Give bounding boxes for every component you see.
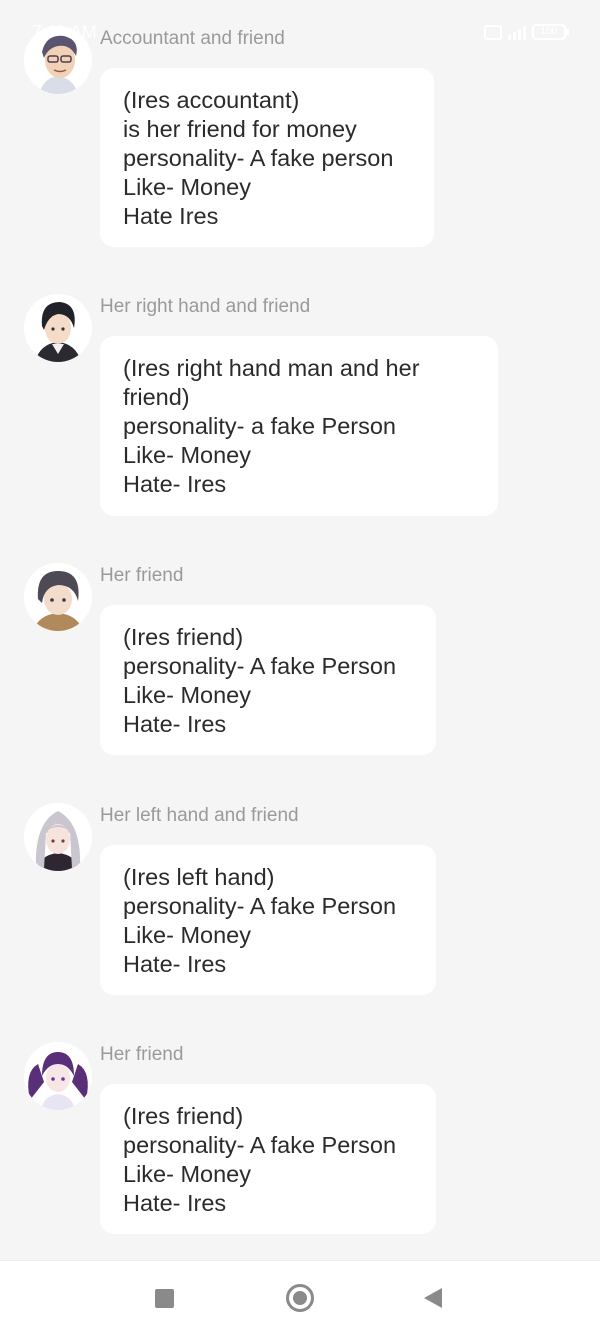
avatar[interactable] [24,26,92,94]
avatar-gray-hair-boy-icon [24,563,92,631]
message-line: Like- Money [123,922,251,948]
sender-name: Her friend [100,565,184,586]
message-line: personality- A fake Person [123,1132,397,1158]
message-line: Like- Money [123,1161,251,1187]
message-line: personality- A fake Person [123,893,397,919]
avatar[interactable] [24,803,92,871]
message-line: personality- A fake person [123,145,394,171]
system-nav-bar [0,1260,600,1333]
message-line: personality- a fake Person [123,413,397,439]
notification-icon [484,24,502,40]
sender-name: Accountant and friend [100,28,285,49]
message-line: Hate- Ires [123,951,227,977]
message-line: Hate- Ires [123,711,227,737]
message-bubble[interactable]: (Ires left hand) personality- A fake Per… [100,845,436,995]
message-line: (Ires right hand man and her [123,355,420,381]
message-line: (Ires friend) [123,1103,244,1129]
avatar[interactable] [24,1042,92,1110]
message-line: (Ires accountant) [123,87,300,113]
sender-name: Her left hand and friend [100,805,299,826]
avatar[interactable] [24,294,92,362]
avatar-glasses-man-icon [24,26,92,94]
message-bubble[interactable]: (Ires right hand man and her friend) per… [100,336,498,516]
avatar-purple-twintails-girl-icon [24,1042,92,1110]
message-bubble[interactable]: (Ires accountant) is her friend for mone… [100,68,434,247]
status-icons: 100 [484,24,569,40]
message-line: Hate Ires [123,203,219,229]
signal-icon [508,24,526,40]
avatar[interactable] [24,563,92,631]
message-line: personality- A fake Person [123,653,397,679]
message-line: friend) [123,384,190,410]
triangle-back-icon[interactable] [424,1288,442,1308]
circle-icon[interactable] [286,1284,314,1312]
message-line: Like- Money [123,174,251,200]
message-line: Like- Money [123,442,251,468]
message-bubble[interactable]: (Ires friend) personality- A fake Person… [100,1084,436,1234]
avatar-dark-hair-man-icon [24,294,92,362]
square-icon[interactable] [155,1289,174,1308]
message-line: is her friend for money [123,116,357,142]
message-bubble[interactable]: (Ires friend) personality- A fake Person… [100,605,436,755]
sender-name: Her right hand and friend [100,296,311,317]
chat-screen: 7:11 AM 100 Accountant and friend (Ires … [0,0,600,1333]
message-line: Like- Money [123,682,251,708]
battery-icon: 100 [532,24,569,40]
message-line: Hate- Ires [123,1190,227,1216]
message-line: Hate- Ires [123,471,227,497]
message-line: (Ires left hand) [123,864,275,890]
avatar-silver-hair-girl-icon [24,803,92,871]
message-line: (Ires friend) [123,624,244,650]
sender-name: Her friend [100,1044,184,1065]
